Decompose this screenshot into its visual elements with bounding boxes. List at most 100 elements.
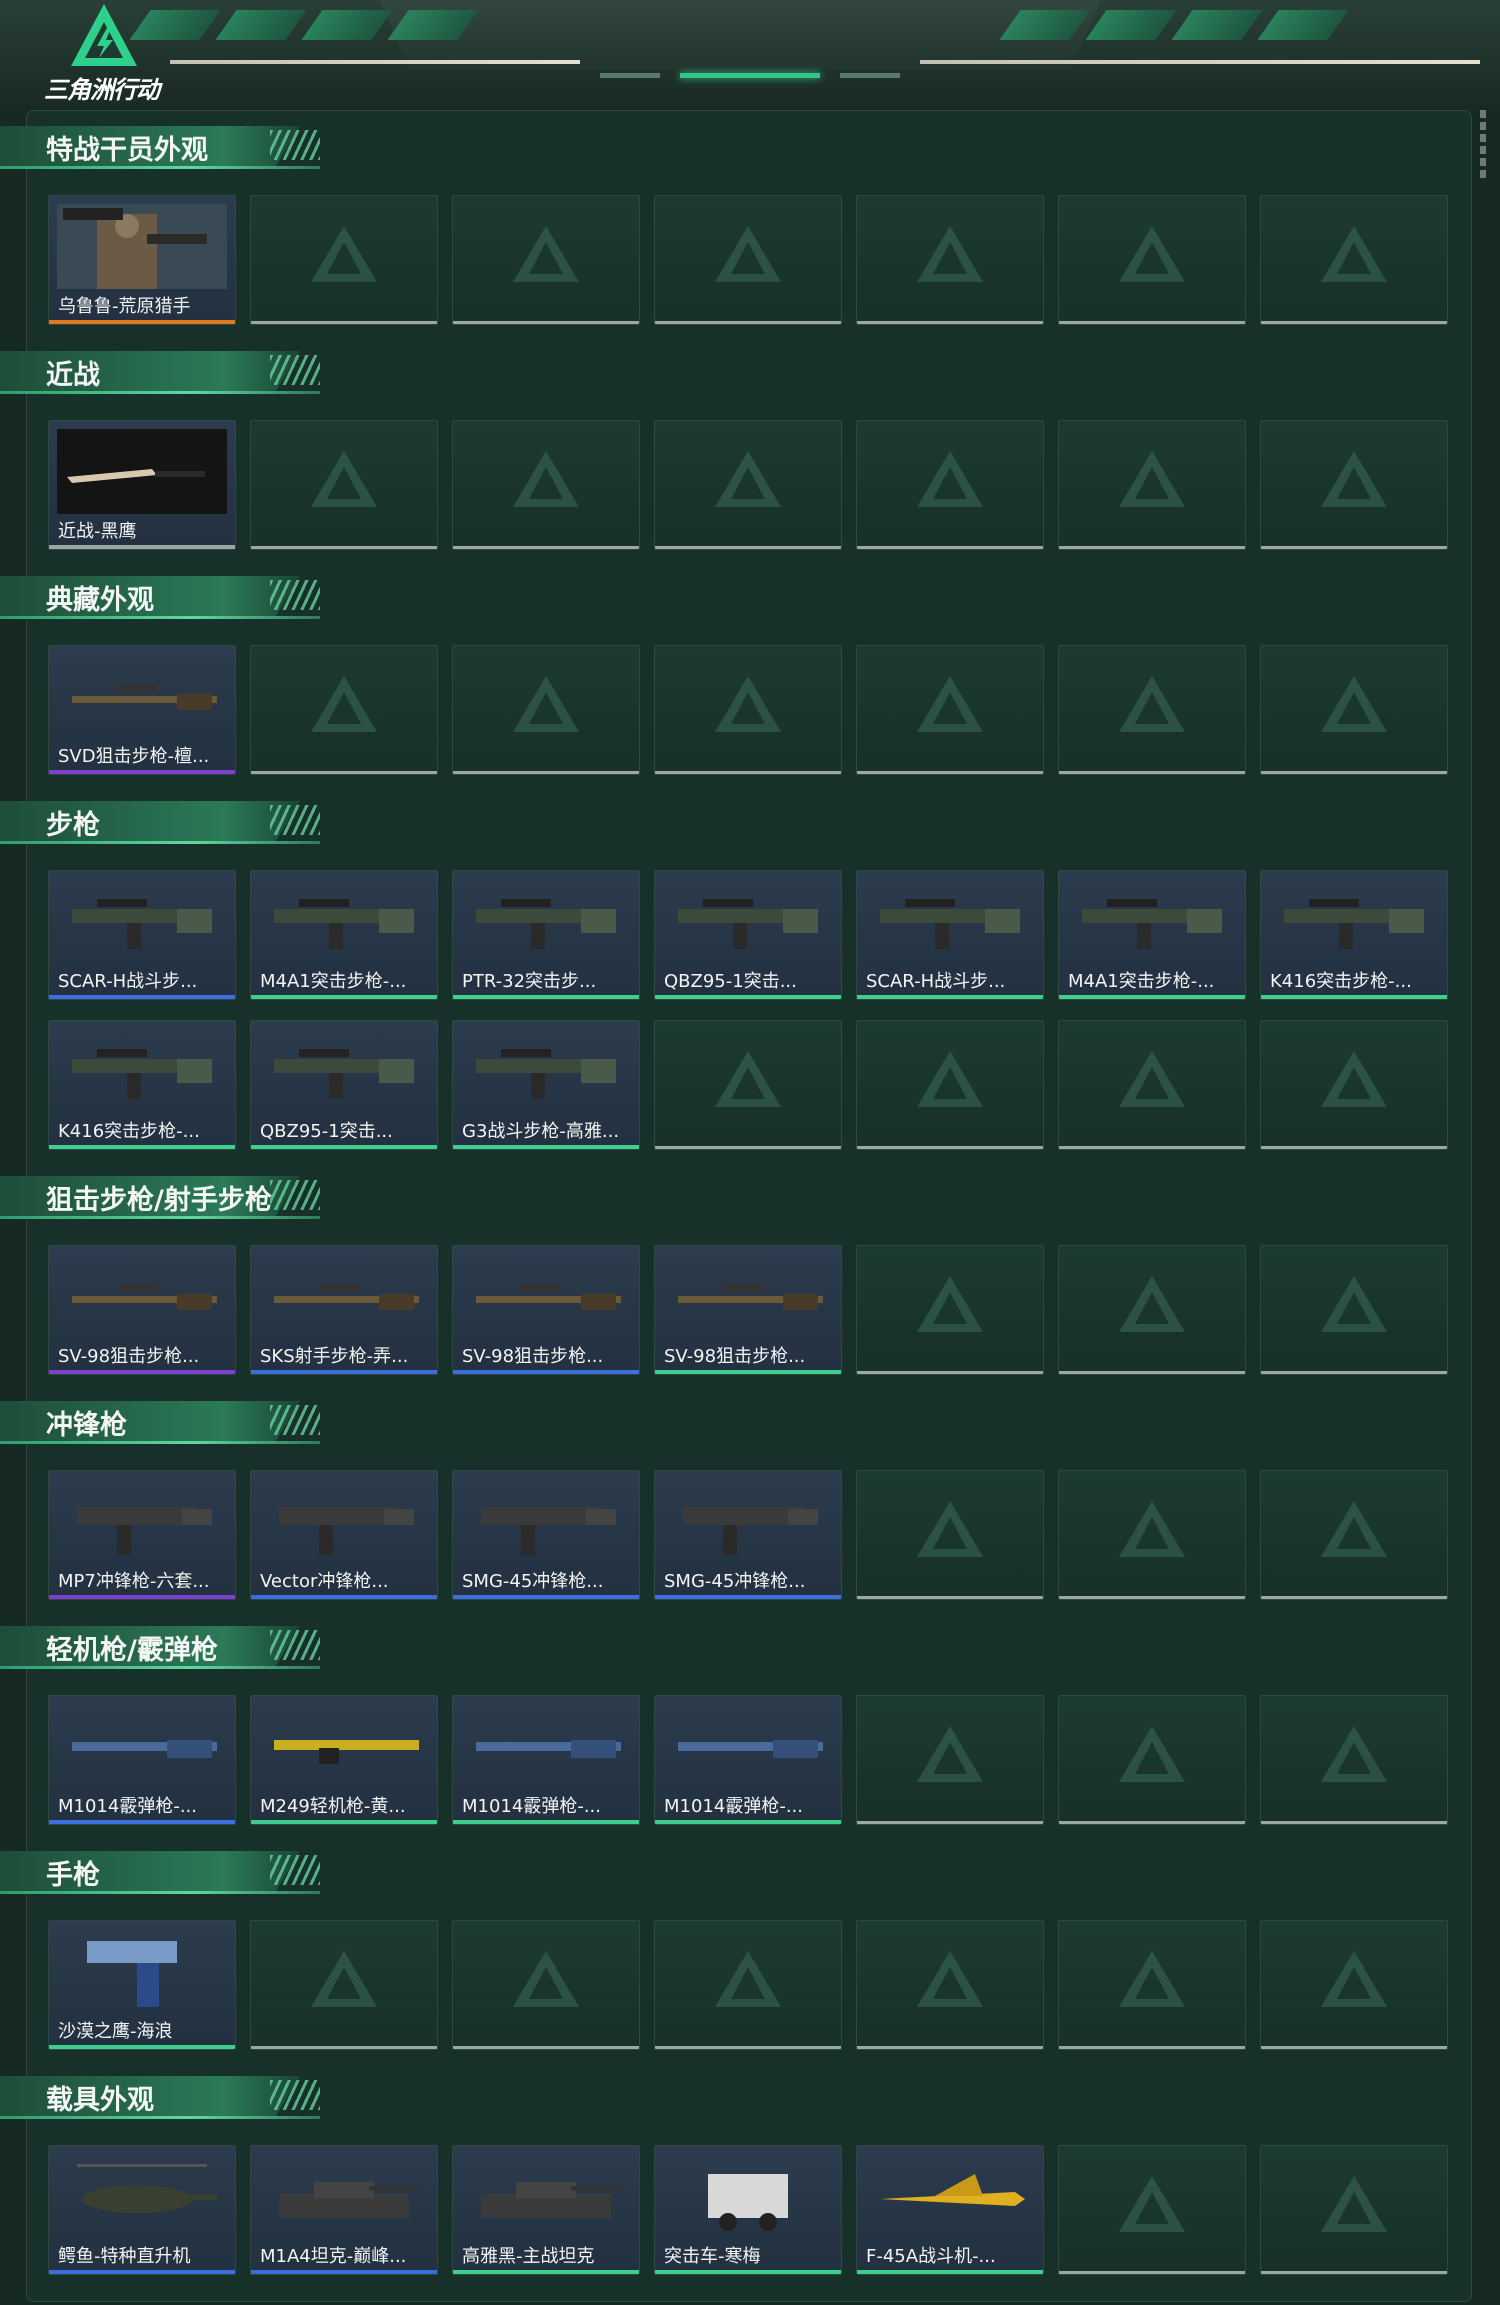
category-title: 特战干员外观	[46, 135, 208, 166]
rarity-bar	[453, 1820, 639, 1824]
skin-card[interactable]: SMG-45冲锋枪...	[654, 1470, 842, 1600]
skin-card[interactable]: QBZ95-1突击...	[250, 1020, 438, 1150]
skin-card-label: 突击车-寒梅	[664, 2246, 761, 2267]
category-section: 典藏外观 SVD狙击步枪-檀...	[0, 572, 1500, 797]
rarity-bar	[49, 545, 235, 549]
skin-card[interactable]: QBZ95-1突击...	[654, 870, 842, 1000]
operator-portrait-icon	[57, 204, 227, 289]
skin-card[interactable]: 鳄鱼-特种直升机	[48, 2145, 236, 2275]
delta-placeholder-icon	[713, 224, 783, 284]
empty-slot	[856, 420, 1044, 550]
shotgun-icon	[678, 1740, 823, 1758]
armored-car-icon	[708, 2174, 788, 2231]
delta-placeholder-icon	[309, 1949, 379, 2009]
category-section: 近战近战-黑鹰	[0, 347, 1500, 572]
category-section: 冲锋枪 MP7冲锋枪-六套... Vector冲锋枪... SMG-45冲锋枪... S…	[0, 1397, 1500, 1622]
empty-slot	[654, 420, 842, 550]
skin-card[interactable]: MP7冲锋枪-六套...	[48, 1470, 236, 1600]
header-banner	[0, 1401, 300, 1441]
empty-slot	[1058, 1245, 1246, 1375]
skin-card[interactable]: Vector冲锋枪...	[250, 1470, 438, 1600]
delta-placeholder-icon	[511, 1949, 581, 2009]
header-banner	[0, 351, 300, 391]
skin-card[interactable]: SVD狙击步枪-檀...	[48, 645, 236, 775]
empty-slot	[250, 1920, 438, 2050]
shotgun-icon	[72, 1740, 217, 1758]
empty-slot	[1058, 1695, 1246, 1825]
skin-card-label: K416突击步枪-...	[58, 1121, 200, 1142]
skin-card[interactable]: 近战-黑鹰	[48, 420, 236, 550]
skin-card-label: M1014霰弹枪-...	[462, 1796, 601, 1817]
category-section: 手枪沙漠之鹰-海浪	[0, 1847, 1500, 2072]
rarity-bar	[453, 1145, 639, 1149]
rifle-icon	[678, 899, 818, 949]
skin-card[interactable]: M249轻机枪-黄...	[250, 1695, 438, 1825]
app-logo-text: 三角洲行动	[44, 76, 160, 104]
rarity-bar	[453, 1595, 639, 1599]
delta-placeholder-icon	[1117, 2174, 1187, 2234]
skin-card[interactable]: M1A4坦克-巅峰...	[250, 2145, 438, 2275]
skin-card[interactable]: 高雅黑-主战坦克	[452, 2145, 640, 2275]
delta-placeholder-icon	[309, 449, 379, 509]
delta-placeholder-icon	[1319, 1049, 1389, 1109]
jet-fighter-icon	[880, 2174, 1025, 2206]
category-title: 冲锋枪	[46, 1410, 127, 1441]
delta-placeholder-icon	[309, 224, 379, 284]
skin-card[interactable]: M1014霰弹枪-...	[452, 1695, 640, 1825]
empty-slot	[1058, 195, 1246, 325]
skin-card[interactable]: SV-98狙击步枪...	[452, 1245, 640, 1375]
header-hatch	[270, 1630, 320, 1660]
rifle-icon	[880, 899, 1020, 949]
skin-card[interactable]: 沙漠之鹰-海浪	[48, 1920, 236, 2050]
rifle-icon	[72, 1049, 212, 1099]
skin-card[interactable]: M4A1突击步枪-...	[250, 870, 438, 1000]
skin-card[interactable]: SCAR-H战斗步...	[48, 870, 236, 1000]
delta-placeholder-icon	[1319, 1274, 1389, 1334]
skin-card[interactable]: SMG-45冲锋枪...	[452, 1470, 640, 1600]
top-banner: 三角洲行动	[0, 0, 1500, 105]
empty-slot	[250, 645, 438, 775]
tank-icon	[279, 2182, 419, 2218]
category-section: 轻机枪/霰弹枪 M1014霰弹枪-... M249轻机枪-黄... M1014霰弹枪-…	[0, 1622, 1500, 1847]
skin-card[interactable]: F-45A战斗机-...	[856, 2145, 1044, 2275]
skin-card[interactable]: M4A1突击步枪-...	[1058, 870, 1246, 1000]
category-section: 狙击步枪/射手步枪 SV-98狙击步枪... SKS射手步枪-弄... SV-98狙击…	[0, 1172, 1500, 1397]
skin-card-label: SMG-45冲锋枪...	[462, 1571, 604, 1592]
empty-slot	[452, 195, 640, 325]
empty-slot	[856, 1245, 1044, 1375]
skin-card[interactable]: SCAR-H战斗步...	[856, 870, 1044, 1000]
skin-card[interactable]: K416突击步枪-...	[48, 1020, 236, 1150]
skin-card-label: SV-98狙击步枪...	[58, 1346, 200, 1367]
category-title: 轻机枪/霰弹枪	[46, 1635, 218, 1666]
category-header: 近战	[0, 347, 325, 397]
empty-slot	[452, 420, 640, 550]
empty-slot	[1058, 2145, 1246, 2275]
skin-card[interactable]: SV-98狙击步枪...	[48, 1245, 236, 1375]
skin-card[interactable]: PTR-32突击步...	[452, 870, 640, 1000]
skin-card-label: 乌鲁鲁-荒原猎手	[58, 296, 191, 317]
empty-slot	[452, 645, 640, 775]
delta-placeholder-icon	[1117, 1274, 1187, 1334]
skin-card-label: M1014霰弹枪-...	[664, 1796, 803, 1817]
header-banner	[0, 1851, 300, 1891]
banner-line-right	[920, 60, 1480, 64]
rarity-bar	[251, 995, 437, 999]
skin-card[interactable]: G3战斗步枪-高雅...	[452, 1020, 640, 1150]
app-logo: 三角洲行动	[44, 2, 184, 104]
skin-card[interactable]: 乌鲁鲁-荒原猎手	[48, 195, 236, 325]
delta-placeholder-icon	[1117, 1724, 1187, 1784]
skin-card[interactable]: M1014霰弹枪-...	[48, 1695, 236, 1825]
delta-placeholder-icon	[1319, 2174, 1389, 2234]
skin-card[interactable]: M1014霰弹枪-...	[654, 1695, 842, 1825]
category-header: 狙击步枪/射手步枪	[0, 1172, 325, 1222]
skin-card[interactable]: 突击车-寒梅	[654, 2145, 842, 2275]
skin-card-label: M1014霰弹枪-...	[58, 1796, 197, 1817]
empty-slot	[1058, 1470, 1246, 1600]
rifle-icon	[72, 899, 212, 949]
skin-card[interactable]: K416突击步枪-...	[1260, 870, 1448, 1000]
empty-slot	[1260, 195, 1448, 325]
category-header: 手枪	[0, 1847, 325, 1897]
skin-card-label: 近战-黑鹰	[58, 521, 137, 542]
skin-card[interactable]: SV-98狙击步枪...	[654, 1245, 842, 1375]
skin-card[interactable]: SKS射手步枪-弄...	[250, 1245, 438, 1375]
